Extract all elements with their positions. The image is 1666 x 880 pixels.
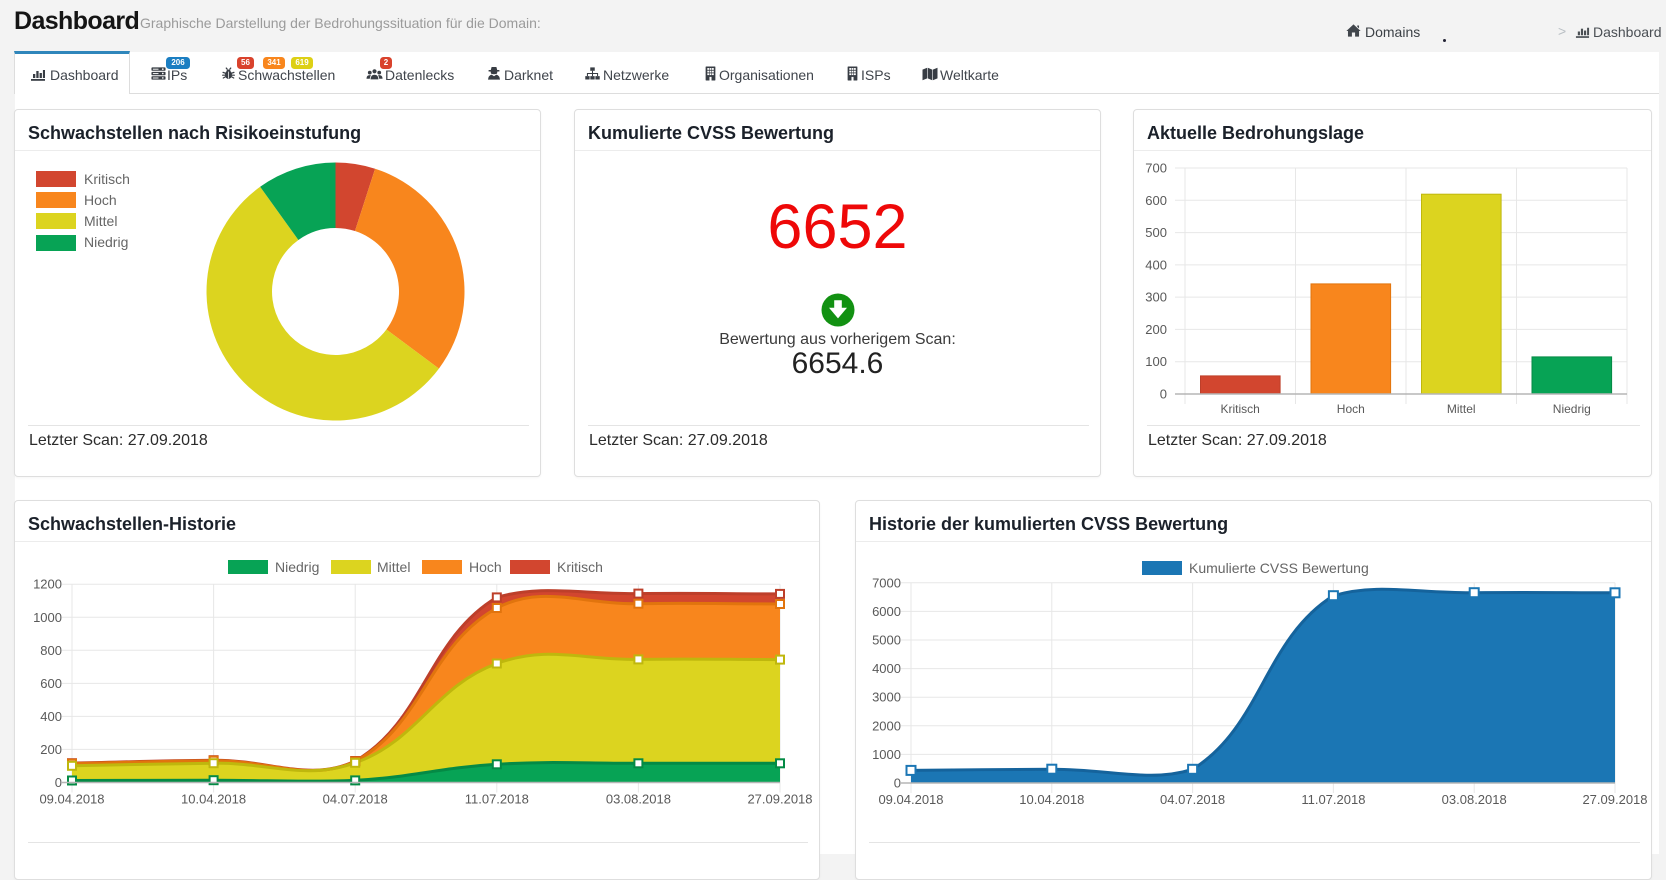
svg-text:09.04.2018: 09.04.2018	[39, 792, 104, 807]
svg-text:Niedrig: Niedrig	[1553, 402, 1591, 416]
svg-text:400: 400	[1145, 257, 1167, 272]
svg-text:10.04.2018: 10.04.2018	[181, 792, 246, 807]
svg-text:3000: 3000	[872, 690, 901, 705]
svg-text:800: 800	[40, 643, 62, 658]
svg-text:200: 200	[40, 742, 62, 757]
svg-text:1000: 1000	[872, 747, 901, 762]
svg-text:Mittel: Mittel	[1447, 402, 1476, 416]
svg-text:10.04.2018: 10.04.2018	[1019, 792, 1084, 807]
svg-text:600: 600	[1145, 193, 1167, 208]
svg-text:04.07.2018: 04.07.2018	[323, 792, 388, 807]
svg-text:6000: 6000	[872, 604, 901, 619]
svg-text:04.07.2018: 04.07.2018	[1160, 792, 1225, 807]
svg-text:27.09.2018: 27.09.2018	[1582, 792, 1647, 807]
svg-text:1200: 1200	[33, 577, 62, 592]
svg-text:5000: 5000	[872, 633, 901, 648]
svg-text:700: 700	[1145, 161, 1167, 176]
svg-text:0: 0	[55, 775, 62, 790]
svg-text:0: 0	[1160, 387, 1167, 402]
svg-text:27.09.2018: 27.09.2018	[747, 792, 812, 807]
svg-text:400: 400	[40, 709, 62, 724]
svg-text:0: 0	[894, 776, 901, 791]
svg-text:2000: 2000	[872, 718, 901, 733]
svg-text:4000: 4000	[872, 661, 901, 676]
svg-text:03.08.2018: 03.08.2018	[1442, 792, 1507, 807]
svg-text:11.07.2018: 11.07.2018	[465, 792, 529, 807]
svg-text:100: 100	[1145, 354, 1167, 369]
svg-text:1000: 1000	[33, 610, 62, 625]
svg-text:03.08.2018: 03.08.2018	[606, 792, 671, 807]
svg-text:11.07.2018: 11.07.2018	[1301, 792, 1365, 807]
svg-text:500: 500	[1145, 225, 1167, 240]
svg-text:300: 300	[1145, 290, 1167, 305]
svg-text:7000: 7000	[872, 575, 901, 590]
svg-text:200: 200	[1145, 322, 1167, 337]
svg-text:600: 600	[40, 676, 62, 691]
svg-text:Kritisch: Kritisch	[1221, 402, 1260, 416]
svg-text:Hoch: Hoch	[1337, 402, 1365, 416]
svg-text:09.04.2018: 09.04.2018	[878, 792, 943, 807]
